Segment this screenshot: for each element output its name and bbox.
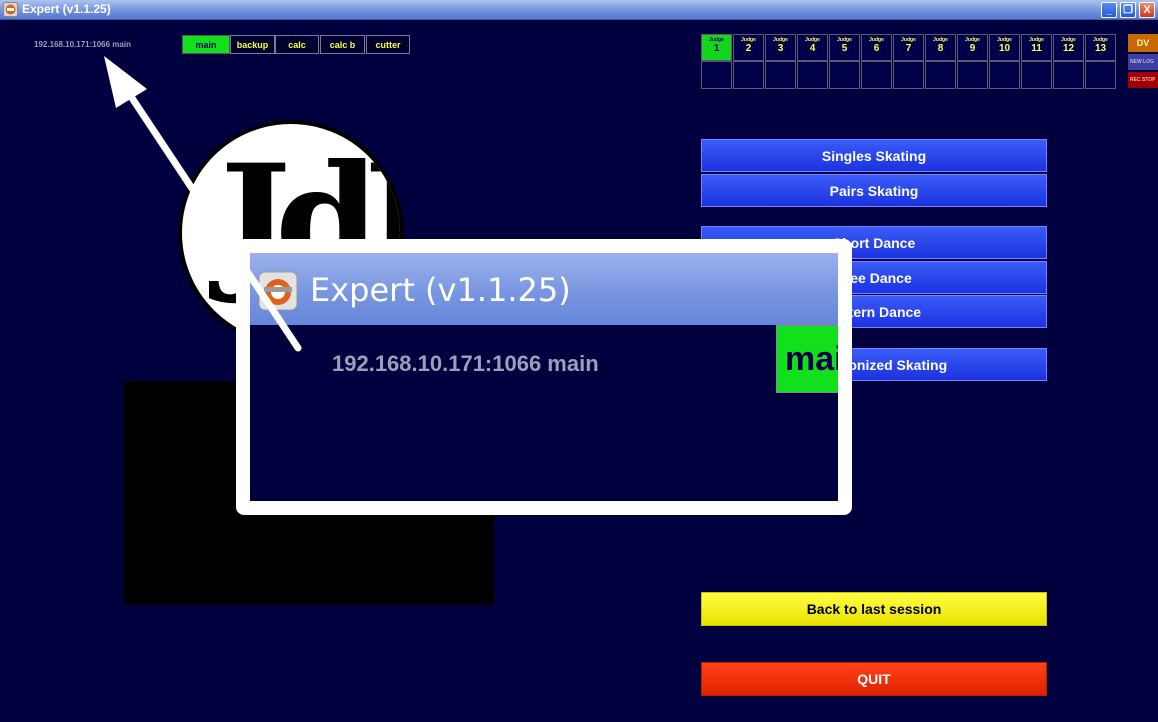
title-bar: Expert (v1.1.25) _ ❐ X [0, 0, 1158, 20]
pairs-skating-button[interactable]: Pairs Skating [701, 174, 1047, 207]
zoom-window-title: Expert (v1.1.25) [310, 271, 571, 309]
quit-button[interactable]: QUIT [701, 662, 1047, 696]
judge-number: 5 [841, 43, 848, 54]
judge-status-cell [1021, 61, 1052, 89]
judge-button-7[interactable]: Judge 7 [893, 34, 924, 61]
judge-status-cell [797, 61, 828, 89]
singles-skating-button[interactable]: Singles Skating [701, 139, 1047, 172]
judge-number: 2 [745, 43, 752, 54]
judge-number: 11 [1031, 43, 1042, 54]
judge-number: 12 [1062, 43, 1075, 54]
judge-number: 1 [713, 43, 720, 54]
judge-button-6[interactable]: Judge 6 [861, 34, 892, 61]
expert-window: Expert (v1.1.25) _ ❐ X 192.168.10.171:10… [0, 0, 1158, 722]
judge-number: 3 [777, 43, 784, 54]
mode-button-backup[interactable]: backup [230, 35, 275, 54]
judge-status-cell [733, 61, 764, 89]
judge-number: 13 [1094, 43, 1107, 54]
judge-number: 10 [998, 43, 1011, 54]
judge-status-cell [1085, 61, 1116, 89]
judge-button-11[interactable]: Judge 11 [1021, 34, 1052, 61]
judge-status-cell [957, 61, 988, 89]
mode-button-cutter[interactable]: cutter [366, 35, 410, 54]
judge-status-cell [829, 61, 860, 89]
zoom-title-bar: Expert (v1.1.25) [250, 253, 838, 325]
judge-button-2[interactable]: Judge 2 [733, 34, 764, 61]
zoom-main-button: main [776, 325, 838, 393]
judge-number: 8 [937, 43, 944, 54]
judge-status-cell [861, 61, 892, 89]
judge-status-cell [1053, 61, 1084, 89]
mode-button-calc-b[interactable]: calc b [320, 35, 365, 54]
judge-button-9[interactable]: Judge 9 [957, 34, 988, 61]
judge-button-3[interactable]: Judge 3 [765, 34, 796, 61]
minimize-button[interactable]: _ [1101, 2, 1117, 18]
judge-button-13[interactable]: Judge 13 [1085, 34, 1116, 61]
judge-button-5[interactable]: Judge 5 [829, 34, 860, 61]
server-address: 192.168.10.171:1066 main [34, 40, 131, 49]
judge-number: 7 [905, 43, 912, 54]
judge-number: 6 [873, 43, 880, 54]
rec-stop-button[interactable]: REC STOP [1128, 72, 1158, 88]
close-button[interactable]: X [1139, 2, 1155, 18]
mode-button-calc[interactable]: calc [275, 35, 319, 54]
judge-number: 9 [969, 43, 976, 54]
judge-status-cell [893, 61, 924, 89]
judge-button-8[interactable]: Judge 8 [925, 34, 956, 61]
app-icon [3, 2, 18, 17]
new-log-button[interactable]: NEW LOG [1128, 54, 1158, 70]
window-title: Expert (v1.1.25) [22, 2, 111, 16]
judge-status-cell [765, 61, 796, 89]
zoom-server-address: 192.168.10.171:1066 main [332, 351, 599, 376]
zoom-callout-content: Expert (v1.1.25) 192.168.10.171:1066 mai… [250, 253, 838, 501]
judge-status-cell [701, 61, 732, 89]
judge-button-12[interactable]: Judge 12 [1053, 34, 1084, 61]
judge-button-1[interactable]: Judge 1 [701, 34, 732, 61]
judge-button-4[interactable]: Judge 4 [797, 34, 828, 61]
judge-status-cell [989, 61, 1020, 89]
dv-button[interactable]: DV [1128, 34, 1158, 52]
judge-status-cell [925, 61, 956, 89]
judge-button-10[interactable]: Judge 10 [989, 34, 1020, 61]
maximize-button[interactable]: ❐ [1120, 2, 1136, 18]
back-to-last-session-button[interactable]: Back to last session [701, 592, 1047, 626]
app-icon [258, 271, 298, 311]
zoom-callout: Expert (v1.1.25) 192.168.10.171:1066 mai… [236, 239, 852, 515]
mode-button-main[interactable]: main [182, 35, 230, 54]
judge-number: 4 [809, 43, 816, 54]
